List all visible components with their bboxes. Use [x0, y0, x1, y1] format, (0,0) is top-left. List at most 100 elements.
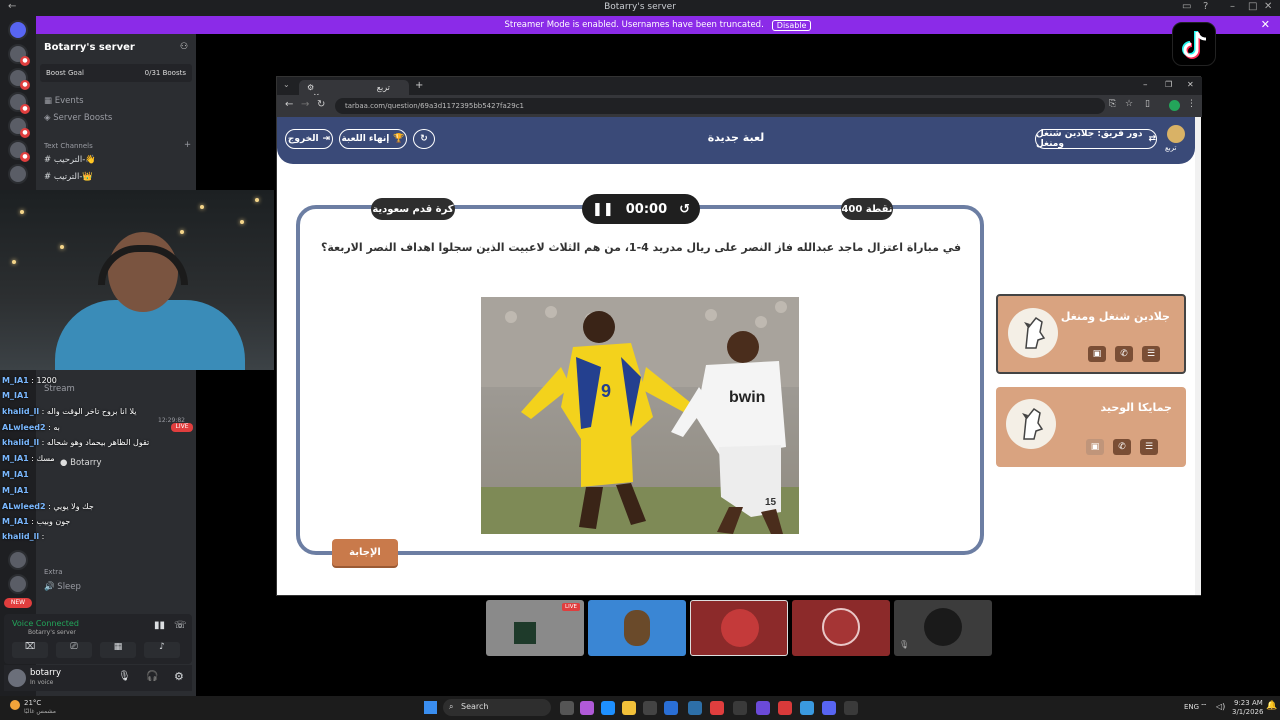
app-icon[interactable]	[664, 701, 678, 715]
close-banner-icon[interactable]: ✕	[1261, 18, 1270, 31]
reload-icon[interactable]: ↻	[317, 99, 325, 110]
mic-icon[interactable]: 🎙	[118, 671, 131, 682]
app-icon[interactable]	[580, 701, 594, 715]
youtube-icon[interactable]	[710, 701, 724, 715]
thumb-live-stream[interactable]: LIVE	[486, 600, 584, 656]
disconnect-icon[interactable]: ☏	[174, 620, 187, 631]
image-icon[interactable]: ▣	[1086, 439, 1104, 455]
back-arrow-icon[interactable]: ←	[8, 1, 16, 12]
close-icon[interactable]: ✕	[1264, 1, 1272, 12]
tab-tarbaa[interactable]: ⚙ تربع ✕	[299, 80, 409, 101]
video-toggle-icon[interactable]: ⌧	[12, 642, 48, 658]
app-icon[interactable]	[800, 701, 814, 715]
file-explorer-icon[interactable]	[622, 701, 636, 715]
history-icon[interactable]: ↺	[679, 202, 690, 217]
server-icon[interactable]	[8, 164, 28, 184]
server-icon[interactable]	[8, 574, 28, 594]
install-icon[interactable]: ⎘	[1109, 99, 1116, 109]
add-member-icon[interactable]: ⚇	[180, 42, 188, 52]
close-icon[interactable]: ✕	[1187, 80, 1194, 89]
forward-icon[interactable]: →	[301, 99, 309, 110]
thumb-user-2[interactable]	[588, 600, 686, 656]
clock-date[interactable]: 3/1/2026	[1232, 708, 1263, 716]
restore-icon[interactable]: ❐	[1165, 80, 1172, 89]
discord-icon[interactable]	[822, 701, 836, 715]
events-item[interactable]: ▦ Events	[44, 96, 84, 106]
profile-icon[interactable]	[1169, 100, 1180, 111]
app-icon[interactable]	[643, 701, 657, 715]
sleep-channel[interactable]: 🔊 Sleep	[44, 582, 81, 592]
notifications-icon[interactable]: 🔔	[1266, 701, 1277, 711]
taskbar-search[interactable]: ⌕ Search	[443, 699, 551, 716]
page-scrollbar[interactable]	[1195, 117, 1201, 595]
server-boosts-item[interactable]: ◈ Server Boosts	[44, 113, 112, 123]
team-card-2[interactable]: جمايكا الوحيد ▣ ✆ ☰	[996, 387, 1186, 467]
phone-icon[interactable]: ✆	[1113, 439, 1131, 455]
boost-goal-bar[interactable]: Boost Goal 0/31 Boosts	[40, 64, 192, 82]
app-icon[interactable]	[756, 701, 770, 715]
tab-menu-icon[interactable]: ⌄	[283, 80, 290, 89]
wifi-icon[interactable]: ⌔	[1200, 702, 1208, 712]
clock-time[interactable]: 9:23 AM	[1234, 699, 1263, 707]
noise-suppression-icon[interactable]: ▮▮	[154, 620, 165, 631]
app-icon[interactable]	[733, 701, 747, 715]
team-card-1[interactable]: جلادين شنغل ومنغل ▣ ✆ ☰	[996, 294, 1186, 374]
extra-header[interactable]: Extra	[44, 568, 62, 576]
soundboard-icon[interactable]: ♪	[144, 642, 180, 658]
inbox-icon[interactable]: ▭	[1182, 1, 1191, 12]
timer-value: 00:00	[625, 201, 668, 217]
voice-stream-item[interactable]: Stream	[44, 384, 75, 394]
sleep-label: Sleep	[57, 582, 81, 592]
channel-ranking[interactable]: # الترتيب-👑	[44, 172, 93, 182]
thumb-user-3[interactable]	[690, 600, 788, 656]
minimize-icon[interactable]: –	[1230, 1, 1235, 12]
back-icon[interactable]: ←	[285, 99, 293, 110]
help-icon[interactable]: ?	[1203, 1, 1208, 12]
app-icon[interactable]	[778, 701, 792, 715]
channel-welcome[interactable]: # الترحيب-👋	[44, 155, 96, 165]
server-name[interactable]: Botarry's server	[44, 42, 135, 53]
avatar[interactable]	[8, 669, 26, 687]
exit-button[interactable]: الخروج ⇥	[285, 129, 333, 149]
image-icon[interactable]: ▣	[1088, 346, 1106, 362]
windows-start-icon[interactable]	[424, 701, 437, 714]
thumb-user-5[interactable]: 🎙	[894, 600, 992, 656]
chat-username: khalid_ll	[2, 407, 40, 416]
maximize-icon[interactable]: □	[1248, 1, 1257, 12]
voice-user-label: Botarry	[70, 458, 102, 468]
headphones-icon[interactable]: 🎧	[146, 671, 158, 682]
pause-icon[interactable]: ❚❚	[592, 202, 614, 217]
kebab-menu-icon[interactable]: ⋮	[1187, 99, 1196, 109]
new-tab-icon[interactable]: +	[415, 80, 423, 91]
refresh-button[interactable]: ↻	[413, 129, 435, 149]
answer-button[interactable]: الإجابة	[332, 539, 398, 566]
list-icon[interactable]: ☰	[1142, 346, 1160, 362]
add-channel-icon[interactable]: +	[184, 140, 191, 150]
app-icon[interactable]	[844, 701, 858, 715]
app-icon[interactable]	[688, 701, 702, 715]
list-icon[interactable]: ☰	[1140, 439, 1158, 455]
minimize-icon[interactable]: –	[1143, 80, 1148, 90]
activities-icon[interactable]: ▦	[100, 642, 136, 658]
weather-icon[interactable]	[10, 700, 20, 710]
task-view-icon[interactable]	[560, 701, 574, 715]
volume-icon[interactable]: ◁)	[1216, 702, 1225, 711]
sidebar-icon[interactable]: ▯	[1145, 99, 1150, 109]
voice-user-botarry[interactable]: ● Botarry	[60, 458, 102, 468]
thumb-user-4[interactable]	[792, 600, 890, 656]
phone-icon[interactable]: ✆	[1115, 346, 1133, 362]
turn-indicator[interactable]: دور فريق: جلادين شنغل ومنغل ⇄	[1035, 129, 1157, 149]
live-badge: LIVE	[171, 423, 193, 432]
end-game-button[interactable]: إنهاء اللعبة 🏆	[339, 129, 407, 149]
disable-streamer-button[interactable]: Disable	[771, 19, 812, 31]
unread-badge: ●	[20, 104, 30, 114]
edge-icon[interactable]	[601, 701, 615, 715]
server-icon[interactable]	[8, 550, 28, 570]
bookmark-star-icon[interactable]: ☆	[1125, 99, 1133, 109]
language-indicator[interactable]: ENG	[1184, 703, 1199, 711]
screen-share-icon[interactable]: ⎚	[56, 642, 92, 658]
url-input[interactable]: tarbaa.com/question/69a3d1172395bb5427fa…	[335, 98, 1105, 114]
settings-gear-icon[interactable]: ⚙	[174, 670, 184, 683]
discord-home-icon[interactable]	[8, 20, 28, 40]
text-channels-header[interactable]: Text Channels	[44, 142, 93, 150]
